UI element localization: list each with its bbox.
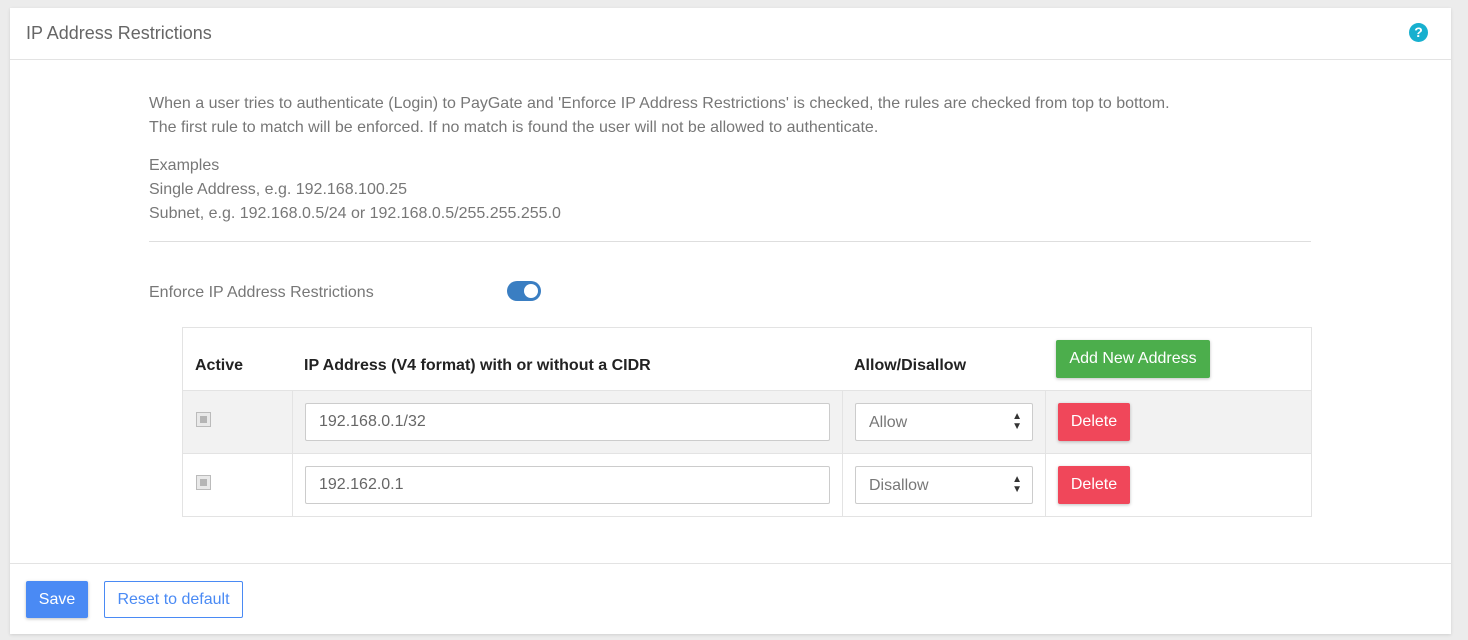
help-icon[interactable]: ? bbox=[1409, 23, 1428, 42]
example-subnet: Subnet, e.g. 192.168.0.5/24 or 192.168.0… bbox=[149, 205, 561, 222]
ip-address-input[interactable] bbox=[305, 403, 830, 441]
enforce-label: Enforce IP Address Restrictions bbox=[149, 284, 374, 301]
table-row: Allow ▲▼ Delete bbox=[183, 390, 1311, 453]
reset-to-default-button[interactable]: Reset to default bbox=[104, 581, 243, 618]
save-button[interactable]: Save bbox=[26, 581, 88, 618]
description-line-2: The first rule to match will be enforced… bbox=[149, 119, 879, 136]
action-cell: Delete bbox=[1045, 391, 1311, 453]
description-line-1: When a user tries to authenticate (Login… bbox=[149, 95, 1170, 112]
header-cell-ip: IP Address (V4 format) with or without a… bbox=[292, 328, 842, 390]
description: When a user tries to authenticate (Login… bbox=[149, 92, 1170, 140]
allow-select[interactable]: Allow ▲ ▼ bbox=[855, 403, 1033, 441]
active-cell bbox=[183, 454, 292, 516]
enforce-toggle[interactable] bbox=[507, 281, 541, 301]
ip-rules-table: Active IP Address (V4 format) with or wi… bbox=[182, 327, 1312, 517]
examples-heading: Examples bbox=[149, 157, 220, 174]
examples: Examples Single Address, e.g. 192.168.10… bbox=[149, 154, 561, 226]
ip-cell bbox=[292, 454, 842, 516]
card-footer: Save Reset to default bbox=[10, 563, 1451, 635]
example-single: Single Address, e.g. 192.168.100.25 bbox=[149, 181, 407, 198]
allow-cell: Disallow ▲ ▼ bbox=[842, 454, 1045, 516]
card-header: IP Address Restrictions ? bbox=[10, 8, 1451, 60]
header-cell-allow: Allow/Disallow bbox=[842, 328, 1045, 390]
table-header-row: Active IP Address (V4 format) with or wi… bbox=[183, 328, 1311, 390]
header-cell-actions: Add New Address bbox=[1045, 328, 1311, 390]
header-ip: IP Address (V4 format) with or without a… bbox=[304, 357, 651, 374]
ip-address-input[interactable] bbox=[305, 466, 830, 504]
active-checkbox[interactable] bbox=[196, 475, 211, 490]
header-allow: Allow/Disallow bbox=[854, 357, 967, 374]
ip-cell bbox=[292, 391, 842, 453]
ip-restrictions-card: IP Address Restrictions ? When a user tr… bbox=[10, 8, 1451, 634]
delete-button[interactable]: Delete bbox=[1058, 466, 1130, 504]
allow-select-value: Disallow bbox=[869, 477, 929, 494]
allow-select-value: Allow bbox=[869, 414, 908, 431]
sort-arrows-icon: ▲ ▼ bbox=[1012, 411, 1022, 432]
header-cell-active: Active bbox=[183, 328, 292, 390]
allow-cell: Allow ▲ ▼ bbox=[842, 391, 1045, 453]
delete-button[interactable]: Delete bbox=[1058, 403, 1130, 441]
table-row: Disallow ▲▼ Delete bbox=[183, 453, 1311, 516]
card-title: IP Address Restrictions bbox=[26, 23, 212, 43]
add-new-address-button[interactable]: Add New Address bbox=[1056, 340, 1210, 378]
active-checkbox[interactable] bbox=[196, 412, 211, 427]
divider bbox=[149, 241, 1311, 242]
header-active: Active bbox=[195, 357, 244, 374]
active-cell bbox=[183, 391, 292, 453]
action-cell: Delete bbox=[1045, 454, 1311, 516]
allow-select[interactable]: Disallow ▲ ▼ bbox=[855, 466, 1033, 504]
sort-arrows-icon: ▲ ▼ bbox=[1012, 474, 1022, 495]
toggle-knob bbox=[524, 284, 538, 298]
